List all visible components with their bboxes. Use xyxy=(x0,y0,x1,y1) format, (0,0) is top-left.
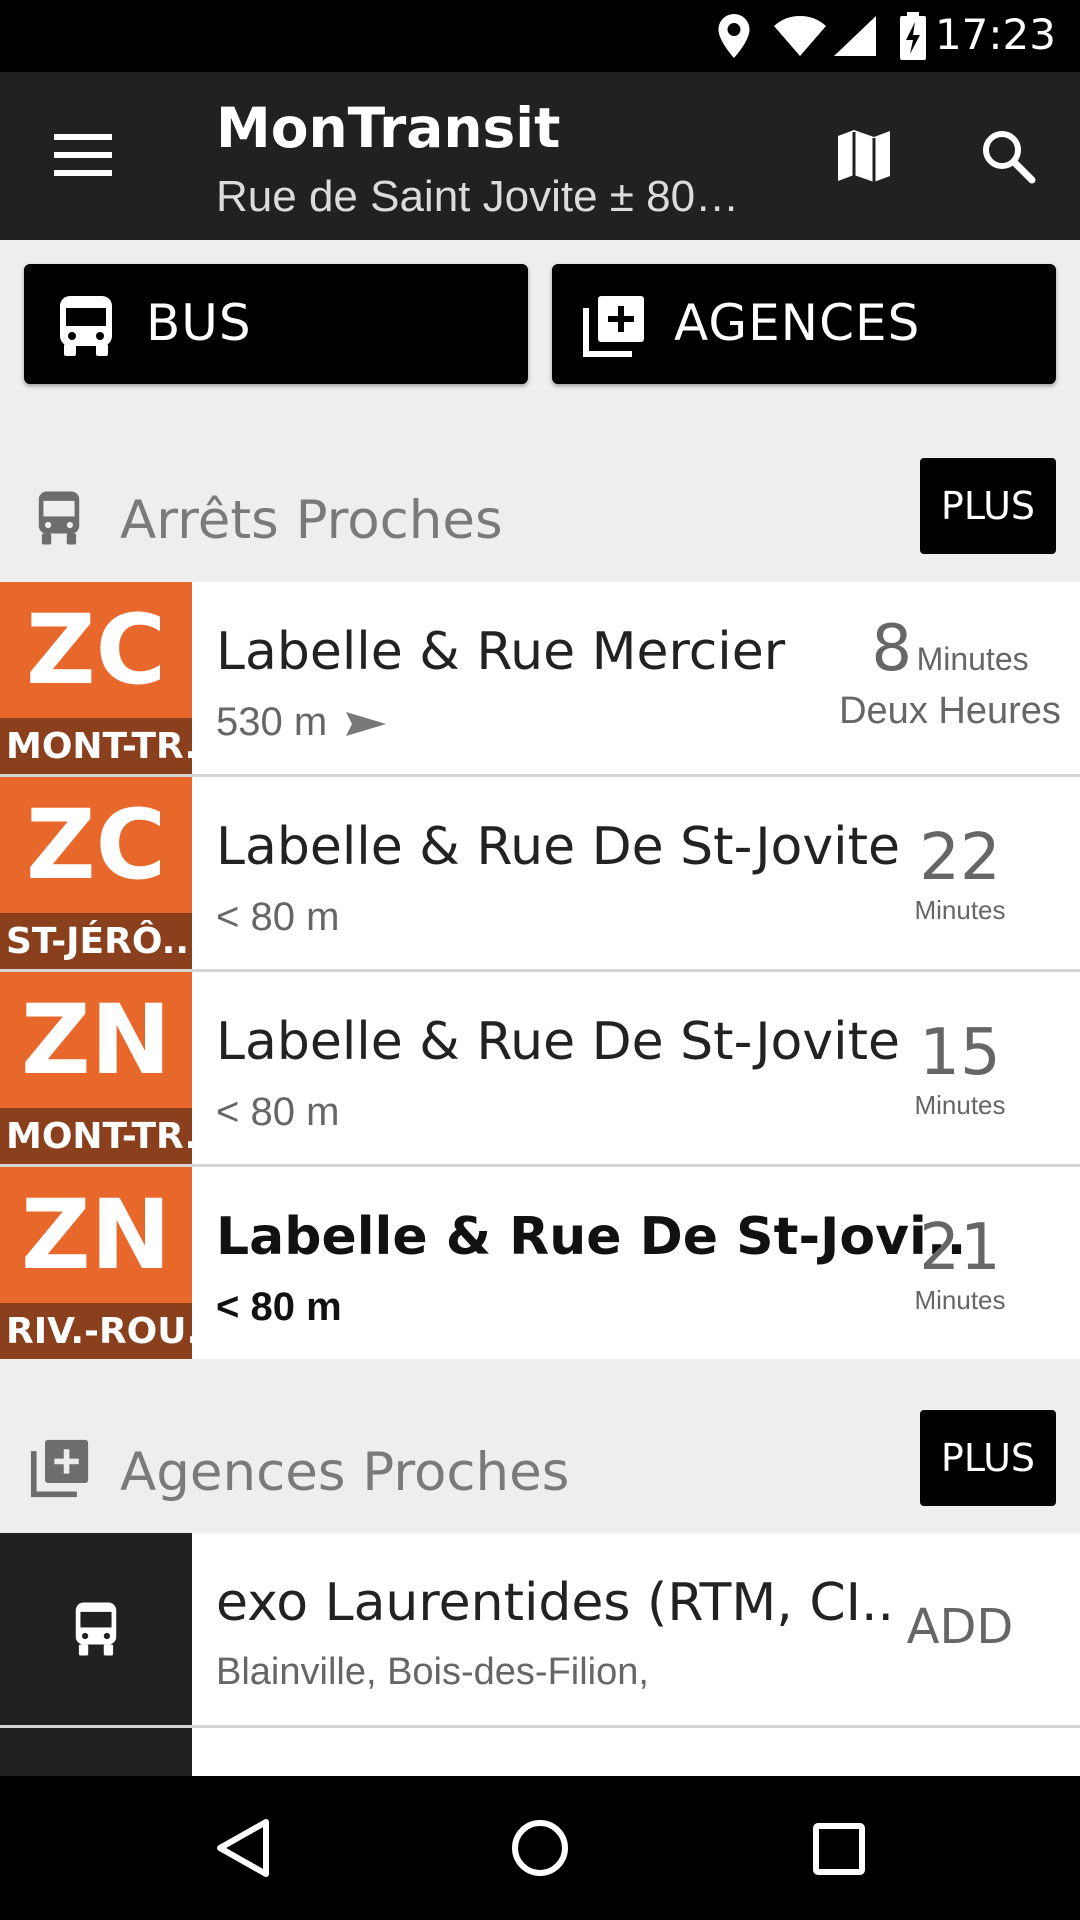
agencies-filter-label: AGENCES xyxy=(674,294,921,352)
app-toolbar: MonTransit Rue de Saint Jovite ± 80… xyxy=(0,72,1080,240)
nearby-agencies-header: Agences Proches PLUS xyxy=(0,1392,1080,1532)
app-title: MonTransit xyxy=(216,96,561,160)
agency-type-badge xyxy=(0,1533,192,1725)
stop-distance: 530 m xyxy=(216,700,387,745)
eta: 15 Minutes xyxy=(880,1016,1040,1121)
navigation-bar xyxy=(0,1776,1080,1920)
route-direction: ST-JÉRÔ.. xyxy=(0,913,192,969)
eta-value: 8 xyxy=(871,612,913,686)
menu-icon[interactable] xyxy=(54,134,112,176)
eta-value: 21 xyxy=(919,1211,1001,1285)
stop-row[interactable]: ZC ST-JÉRÔ.. Labelle & Rue De St-Jovite … xyxy=(0,777,1080,972)
status-bar: 17:23 xyxy=(0,0,1080,72)
distance-value: 530 m xyxy=(216,700,328,744)
search-icon[interactable] xyxy=(980,128,1036,184)
list-item xyxy=(0,1728,1080,1776)
stop-distance: < 80 m xyxy=(216,1285,342,1329)
add-library-icon xyxy=(30,1439,89,1498)
route-badge: ZN RIV.-ROU.. xyxy=(0,1167,192,1359)
route-code: ZN xyxy=(21,1179,171,1291)
eta-extra: Deux Heures xyxy=(839,690,1061,732)
bus-icon xyxy=(38,491,80,545)
home-icon[interactable] xyxy=(510,1818,570,1878)
agency-locations: Blainville, Bois-des-Filion, xyxy=(216,1651,649,1693)
route-badge: ZN MONT-TR.. xyxy=(0,972,192,1164)
stop-distance: < 80 m xyxy=(216,895,340,939)
route-badge: ZC ST-JÉRÔ.. xyxy=(0,777,192,969)
stop-row[interactable]: ZN MONT-TR.. Labelle & Rue De St-Jovite … xyxy=(0,972,1080,1167)
cell-signal-icon xyxy=(834,16,876,56)
eta: 22 Minutes xyxy=(880,821,1040,926)
stop-name: Labelle & Rue De St-Jovite xyxy=(216,817,900,877)
agency-row[interactable]: exo Laurentides (RTM, CI.. Blainville, B… xyxy=(0,1533,1080,1728)
stop-name: Labelle & Rue Mercier xyxy=(216,622,786,682)
location-icon xyxy=(718,14,750,58)
bus-filter-label: BUS xyxy=(146,294,252,352)
route-code: ZC xyxy=(25,594,167,706)
battery-charging-icon xyxy=(900,12,926,60)
section-title: Agences Proches xyxy=(120,1442,570,1503)
agencies-filter-button[interactable]: AGENCES xyxy=(552,264,1056,384)
stop-name: Labelle & Rue De St-Jovite xyxy=(216,1012,900,1072)
route-direction: RIV.-ROU.. xyxy=(0,1303,192,1359)
stop-row[interactable]: ZC MONT-TR.. Labelle & Rue Mercier 530 m… xyxy=(0,582,1080,777)
route-direction: MONT-TR.. xyxy=(0,718,192,774)
back-icon[interactable] xyxy=(212,1816,272,1880)
route-badge: ZC MONT-TR.. xyxy=(0,582,192,774)
recents-icon[interactable] xyxy=(812,1822,866,1876)
eta-unit: Minutes xyxy=(914,1090,1006,1120)
eta-value: 15 xyxy=(919,1016,1001,1090)
route-code: ZN xyxy=(21,984,171,1096)
eta-unit: Minutes xyxy=(916,641,1029,677)
stop-distance: < 80 m xyxy=(216,1090,340,1134)
stop-row[interactable]: ZN RIV.-ROU.. Labelle & Rue De St-Jovi..… xyxy=(0,1167,1080,1359)
direction-arrow-icon xyxy=(346,712,387,737)
route-direction: MONT-TR.. xyxy=(0,1108,192,1164)
eta: 21 Minutes xyxy=(880,1211,1040,1316)
eta-unit: Minutes xyxy=(914,895,1006,925)
location-subtitle: Rue de Saint Jovite ± 80… xyxy=(216,172,740,221)
bus-icon xyxy=(60,296,112,356)
bus-icon xyxy=(75,1602,117,1656)
clock: 17:23 xyxy=(934,10,1056,59)
more-agencies-button[interactable]: PLUS xyxy=(920,1410,1056,1506)
section-title: Arrêts Proches xyxy=(120,490,503,551)
more-stops-button[interactable]: PLUS xyxy=(920,458,1056,554)
eta-value: 22 xyxy=(919,821,1001,895)
agency-type-badge xyxy=(0,1728,192,1776)
add-library-icon xyxy=(583,296,644,357)
nearby-stops-header: Arrêts Proches PLUS xyxy=(0,440,1080,580)
route-code: ZC xyxy=(25,789,167,901)
stop-name: Labelle & Rue De St-Jovi.. xyxy=(216,1207,967,1267)
wifi-icon xyxy=(774,16,826,56)
add-agency-button[interactable]: ADD xyxy=(880,1599,1040,1655)
map-icon[interactable] xyxy=(836,128,892,184)
agency-name: exo Laurentides (RTM, CI.. xyxy=(216,1573,895,1633)
bus-filter-button[interactable]: BUS xyxy=(24,264,528,384)
eta: 8 Minutes Deux Heures xyxy=(830,612,1070,733)
eta-unit: Minutes xyxy=(914,1285,1006,1315)
